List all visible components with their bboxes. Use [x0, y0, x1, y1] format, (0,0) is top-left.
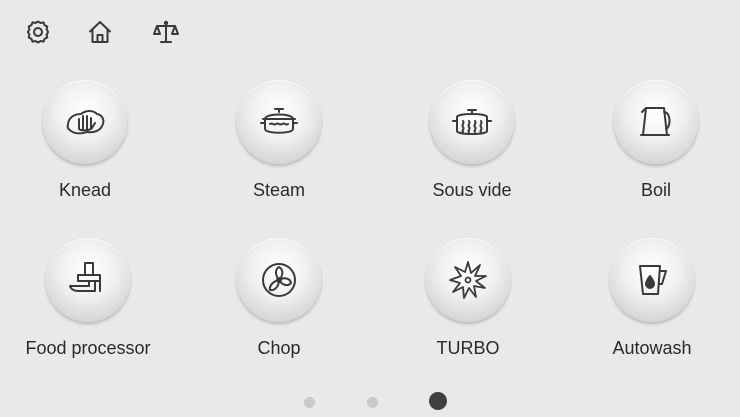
- mode-label: Food processor: [25, 338, 151, 358]
- mode-label: TURBO: [436, 338, 500, 358]
- mode-turbo[interactable]: TURBO: [378, 238, 558, 388]
- mode-label: Sous vide: [432, 180, 512, 200]
- mode-sous-vide-button[interactable]: [430, 80, 514, 164]
- page-dot-1[interactable]: [304, 397, 315, 408]
- mode-food-processor-button[interactable]: [46, 238, 130, 322]
- mode-chop-button[interactable]: [237, 238, 321, 322]
- mode-food-processor[interactable]: Food processor: [0, 238, 178, 388]
- mode-steam-button[interactable]: [237, 80, 321, 164]
- mode-boil-button[interactable]: [614, 80, 698, 164]
- scale-button[interactable]: [148, 14, 184, 50]
- chop-icon: [262, 263, 296, 297]
- mode-knead-button[interactable]: [43, 80, 127, 164]
- page-indicator: [0, 392, 740, 412]
- cooking-mode-screen: Knead Steam Sous vide Boil Food processo…: [0, 0, 740, 417]
- steam-icon: [260, 108, 298, 134]
- food-processor-icon: [69, 262, 101, 292]
- mode-sous-vide[interactable]: Sous vide: [382, 80, 562, 230]
- mode-label: Boil: [640, 180, 671, 200]
- home-button[interactable]: [82, 14, 118, 50]
- mode-label: Autowash: [612, 338, 692, 358]
- turbo-icon: [449, 261, 487, 299]
- settings-button[interactable]: [20, 14, 56, 50]
- mode-autowash[interactable]: Autowash: [562, 238, 740, 388]
- mode-autowash-button[interactable]: [610, 238, 694, 322]
- mode-boil[interactable]: Boil: [566, 80, 740, 230]
- knead-icon: [66, 110, 105, 135]
- mode-knead[interactable]: Knead: [0, 80, 175, 230]
- mode-chop[interactable]: Chop: [189, 238, 369, 388]
- mode-steam[interactable]: Steam: [189, 80, 369, 230]
- scale-icon: [153, 20, 179, 43]
- settings-icon: [26, 20, 50, 44]
- mode-label: Steam: [252, 180, 306, 200]
- page-dot-2[interactable]: [367, 397, 378, 408]
- page-dot-3-active[interactable]: [429, 392, 447, 410]
- home-icon: [88, 21, 112, 43]
- mode-label: Chop: [257, 338, 301, 358]
- mode-turbo-button[interactable]: [426, 238, 510, 322]
- kettle-icon: [640, 107, 671, 136]
- autowash-icon: [639, 265, 667, 295]
- mode-label: Knead: [58, 180, 112, 200]
- sous-vide-icon: [452, 109, 492, 135]
